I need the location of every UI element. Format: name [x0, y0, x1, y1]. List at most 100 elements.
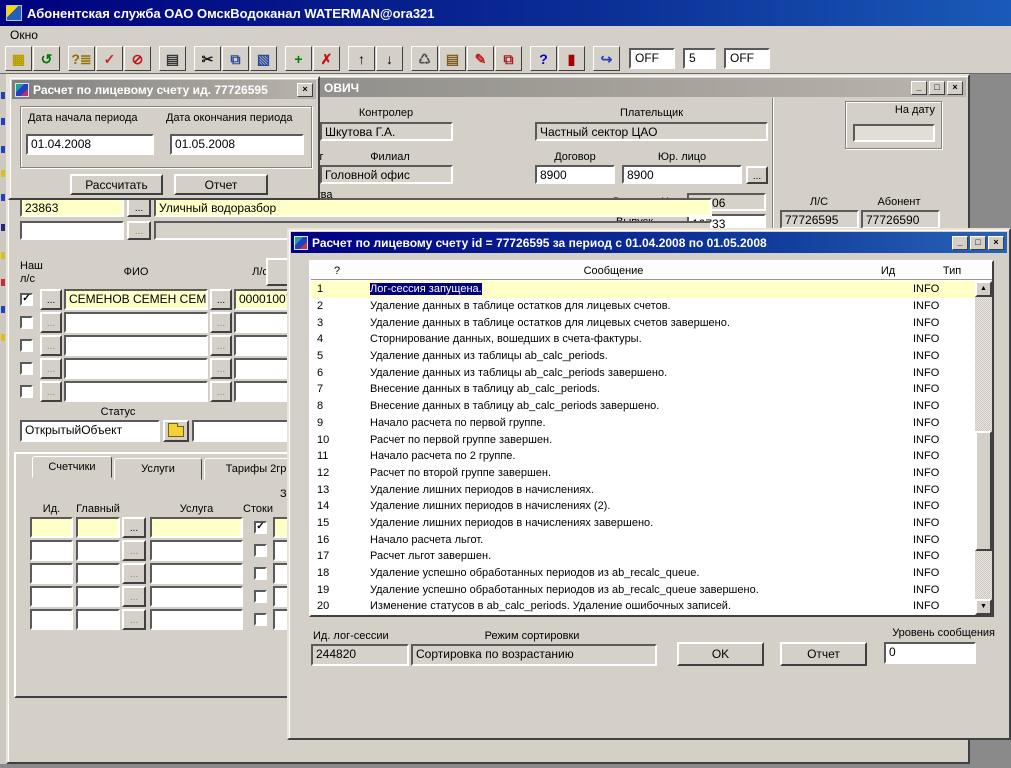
- log-row[interactable]: 10 Расчет по первой группе завершен. INF…: [311, 431, 975, 448]
- toolbar-field-3[interactable]: OFF: [724, 48, 770, 69]
- main-titlebar[interactable]: Абонентская служба ОАО ОмскВодоканал WAT…: [0, 0, 1011, 26]
- minimize-icon[interactable]: _: [952, 236, 968, 250]
- scroll-up-icon[interactable]: ▲: [975, 281, 992, 297]
- object-id-field[interactable]: 23863: [20, 198, 124, 217]
- ok-button[interactable]: OK: [677, 642, 764, 666]
- insert-record-button[interactable]: +: [285, 46, 312, 71]
- log-row[interactable]: 4 Сторнирование данных, вошедших в счета…: [311, 331, 975, 348]
- session-id-field[interactable]: 244820: [311, 644, 409, 666]
- log-row[interactable]: 7 Внесение данных в таблицу ab_calc_peri…: [311, 381, 975, 398]
- abonent-field[interactable]: 77726590: [861, 210, 940, 229]
- counter-id-field[interactable]: [30, 609, 73, 630]
- counter-lookup-button[interactable]: ...: [122, 609, 146, 630]
- fio-field[interactable]: [64, 358, 208, 379]
- counter-main-field[interactable]: [76, 609, 120, 630]
- delete-record-button[interactable]: ✗: [313, 46, 340, 71]
- log-dialog-titlebar[interactable]: Расчет по лицевому счету id = 77726595 з…: [291, 232, 1007, 253]
- maximize-icon[interactable]: □: [970, 236, 986, 250]
- counter-id-field[interactable]: [30, 586, 73, 607]
- toolbar-field-2[interactable]: 5: [683, 48, 716, 69]
- counter-service-field[interactable]: [150, 609, 243, 630]
- tab-uslugi[interactable]: Услуги: [114, 458, 202, 480]
- toolbar-field-1[interactable]: OFF: [629, 48, 675, 69]
- payer-field[interactable]: Частный сектор ЦАО: [535, 122, 768, 141]
- log-row[interactable]: 14 Удаление лишних периодов в начисления…: [311, 498, 975, 515]
- minimize-icon[interactable]: _: [911, 81, 927, 95]
- contract-field[interactable]: 8900: [535, 165, 615, 184]
- execute-query-button[interactable]: ?≣: [68, 46, 95, 71]
- log-row[interactable]: 18 Удаление успешно обработанных периодо…: [311, 565, 975, 582]
- cancel-button[interactable]: ⊘: [124, 46, 151, 71]
- exit-button[interactable]: ▮: [558, 46, 585, 71]
- fio-field[interactable]: [64, 312, 208, 333]
- counter-id-field[interactable]: [30, 517, 73, 538]
- tab-schetchiki[interactable]: Счетчики: [32, 456, 112, 478]
- maximize-icon[interactable]: □: [929, 81, 945, 95]
- log-row[interactable]: 2 Удаление данных в таблице остатков для…: [311, 298, 975, 315]
- sort-mode-field[interactable]: Сортировка по возрастанию: [411, 644, 657, 666]
- object-name-field[interactable]: Уличный водоразбор: [154, 198, 712, 217]
- ls-field[interactable]: 77726595: [780, 210, 859, 229]
- log-row[interactable]: 19 Удаление успешно обработанных периодо…: [311, 581, 975, 598]
- object-lookup-button[interactable]: ...: [127, 198, 151, 217]
- log-row[interactable]: 1 Лог-сессия запущена. INFO: [311, 281, 975, 298]
- person-ls-lookup-button[interactable]: ...: [210, 358, 232, 379]
- our-ls-checkbox[interactable]: ✓: [20, 293, 33, 306]
- log-row[interactable]: 11 Начало расчета по 2 группе. INFO: [311, 448, 975, 465]
- person-ls-lookup-button[interactable]: ...: [210, 381, 232, 402]
- person-ls-lookup-button[interactable]: ...: [210, 335, 232, 356]
- scroll-down-icon[interactable]: ▼: [975, 599, 992, 615]
- jur-field[interactable]: 8900: [622, 165, 742, 184]
- jur-lookup-button[interactable]: ...: [746, 166, 768, 184]
- print-button[interactable]: ▤: [159, 46, 186, 71]
- log-row[interactable]: 13 Удаление лишних периодов в начисления…: [311, 481, 975, 498]
- branch-field[interactable]: Головной офис: [320, 165, 453, 184]
- calculate-button[interactable]: Рассчитать: [70, 174, 163, 195]
- person-lookup-button[interactable]: ...: [40, 381, 62, 402]
- log-row[interactable]: 3 Удаление данных в таблице остатков для…: [311, 314, 975, 331]
- period-start-field[interactable]: 01.04.2008: [26, 134, 154, 155]
- person-lookup-button[interactable]: ...: [40, 289, 62, 310]
- counter-main-field[interactable]: [76, 586, 120, 607]
- status-field[interactable]: ОткрытыйОбъект: [20, 420, 160, 442]
- object2-lookup-button[interactable]: ...: [127, 221, 151, 240]
- previous-record-button[interactable]: ↑: [348, 46, 375, 71]
- counter-main-field[interactable]: [76, 563, 120, 584]
- person-lookup-button[interactable]: ...: [40, 312, 62, 333]
- save-button[interactable]: ▦: [5, 46, 32, 71]
- counter-id-field[interactable]: [30, 563, 73, 584]
- counter-service-field[interactable]: [150, 540, 243, 561]
- fio-field[interactable]: [64, 381, 208, 402]
- rollback-button[interactable]: ↺: [33, 46, 60, 71]
- documents-button[interactable]: ⧉: [495, 46, 522, 71]
- counter-lookup-button[interactable]: ...: [122, 540, 146, 561]
- counter-service-field[interactable]: [150, 563, 243, 584]
- cut-button[interactable]: ✂: [194, 46, 221, 71]
- counter-service-field[interactable]: [150, 586, 243, 607]
- scroll-thumb[interactable]: [975, 431, 992, 551]
- open-folder-button[interactable]: [163, 420, 189, 442]
- close-icon[interactable]: ×: [988, 236, 1004, 250]
- our-ls-checkbox[interactable]: [20, 362, 33, 375]
- log-scrollbar[interactable]: ▲ ▼: [975, 281, 992, 615]
- our-ls-checkbox[interactable]: [20, 339, 33, 352]
- log-row[interactable]: 17 Расчет льгот завершен. INFO: [311, 548, 975, 565]
- person-ls-lookup-button[interactable]: ...: [210, 312, 232, 333]
- log-row[interactable]: 9 Начало расчета по первой группе. INFO: [311, 415, 975, 432]
- log-report-button[interactable]: Отчет: [780, 642, 867, 666]
- message-level-field[interactable]: 0: [884, 642, 976, 664]
- menu-okno[interactable]: Окно: [8, 28, 40, 42]
- counter-id-field[interactable]: [30, 540, 73, 561]
- stoki-checkbox[interactable]: [254, 567, 267, 580]
- copy-button[interactable]: ⧉: [222, 46, 249, 71]
- our-ls-checkbox[interactable]: [20, 316, 33, 329]
- enter-query-button[interactable]: ✓: [96, 46, 123, 71]
- log-row[interactable]: 8 Внесение данных в таблицу ab_calc_peri…: [311, 398, 975, 415]
- counter-main-field[interactable]: [76, 517, 120, 538]
- close-icon[interactable]: ×: [297, 83, 313, 97]
- object-id2-field[interactable]: [20, 221, 124, 240]
- help-button[interactable]: ?: [530, 46, 557, 71]
- counter-main-field[interactable]: [76, 540, 120, 561]
- calc-report-button[interactable]: Отчет: [174, 174, 268, 195]
- fio-field[interactable]: СЕМЕНОВ СЕМЕН СЕМЕ: [64, 289, 208, 310]
